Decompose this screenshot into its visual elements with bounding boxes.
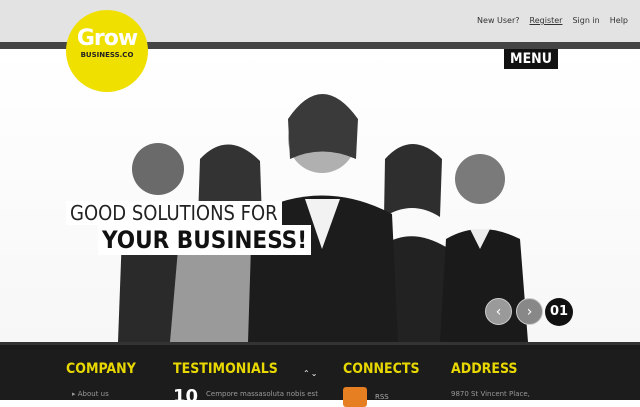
- menu-button[interactable]: MENU: [504, 49, 558, 69]
- testimonial-number: 10: [173, 386, 199, 407]
- connects-heading: CONNECTS: [343, 361, 420, 377]
- hero-slogan-line1: GOOD SOLUTIONS FOR: [66, 201, 282, 225]
- next-slide-button[interactable]: ›: [516, 298, 543, 325]
- hero-team-image: [118, 94, 528, 342]
- rss-icon[interactable]: [343, 387, 367, 407]
- address-heading: ADDRESS: [451, 361, 518, 377]
- logo[interactable]: Grow BUSINESS.CO: [66, 10, 148, 92]
- company-heading: COMPANY: [66, 361, 136, 377]
- prev-slide-button[interactable]: ‹: [485, 298, 512, 325]
- logo-subtitle: BUSINESS.CO: [80, 51, 134, 59]
- slide-number-badge: 01: [545, 298, 573, 326]
- testimonial-text: Cempore massasoluta nobis est: [206, 390, 318, 398]
- signin-link[interactable]: Sign in: [572, 16, 599, 25]
- hero-banner: [0, 49, 640, 342]
- register-link[interactable]: Register: [530, 16, 563, 25]
- footer: COMPANY ▸ About us TESTIMONIALS ⌃⌄ 10 Ce…: [0, 342, 640, 407]
- testimonials-heading: TESTIMONIALS: [173, 361, 278, 377]
- help-link[interactable]: Help: [610, 16, 628, 25]
- company-link-about[interactable]: ▸ About us: [72, 390, 109, 398]
- logo-title: Grow: [76, 26, 138, 51]
- new-user-link[interactable]: New User?: [477, 16, 519, 25]
- company-link-about-label: About us: [77, 390, 109, 398]
- address-line1: 9870 St Vincent Place,: [451, 390, 530, 398]
- testimonials-nav-arrows[interactable]: ⌃⌄: [303, 369, 318, 378]
- top-nav: New User? Register Sign in Help: [477, 16, 628, 25]
- hero-slogan-line2: YOUR BUSINESS!: [98, 225, 312, 255]
